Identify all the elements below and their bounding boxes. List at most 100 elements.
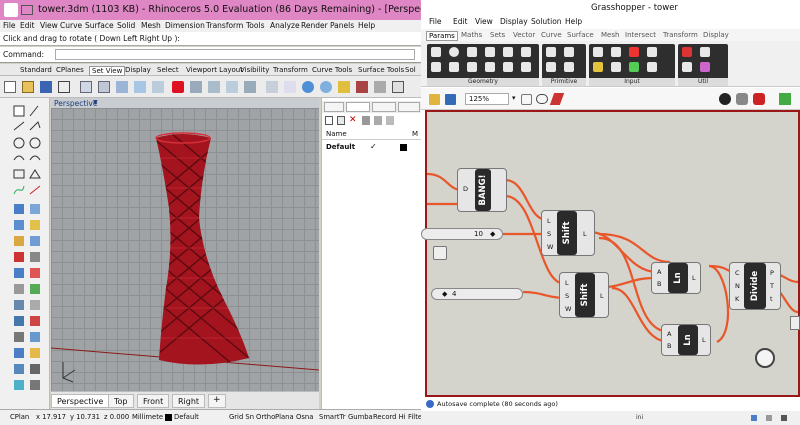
viewport-tab-front[interactable]: Front <box>137 394 170 408</box>
param-integer-icon[interactable] <box>546 62 556 72</box>
toolbar-tab-surface-tools[interactable]: Surface Tools <box>358 66 404 74</box>
divide-output-p[interactable]: P <box>770 269 774 277</box>
shift1-output-l[interactable]: L <box>583 230 587 238</box>
panel-tab-display[interactable] <box>372 102 396 112</box>
viewport-tab-top[interactable]: Top <box>108 394 134 408</box>
toolbar-tab-set-view[interactable]: Set View <box>89 66 126 76</box>
galapagos-icon[interactable] <box>700 62 710 72</box>
command-input[interactable] <box>55 49 415 60</box>
color-swatch-icon[interactable] <box>629 47 639 57</box>
button-icon[interactable] <box>611 47 621 57</box>
toolbar-tab-display[interactable]: Display <box>125 66 151 74</box>
selected-only-icon[interactable] <box>779 93 791 105</box>
panel-tab-help[interactable] <box>398 102 420 112</box>
save-icon[interactable] <box>40 81 52 93</box>
param-curve-icon[interactable] <box>485 47 495 57</box>
param-box-icon[interactable] <box>431 47 441 57</box>
status-grid-snap[interactable]: Grid Sn <box>229 413 254 421</box>
zoom-window-icon[interactable] <box>116 81 128 93</box>
ln1-output-l[interactable]: L <box>692 274 696 282</box>
cplane-red-icon[interactable] <box>172 81 184 93</box>
param-surface-icon[interactable] <box>503 62 513 72</box>
named-view-icon[interactable] <box>266 81 278 93</box>
status-filter[interactable]: Filte <box>408 413 421 421</box>
menu-panels[interactable]: Panels <box>330 21 354 30</box>
layer-filter-icon[interactable] <box>386 116 394 125</box>
save-file-icon[interactable] <box>445 94 456 105</box>
param-group-icon[interactable] <box>521 47 531 57</box>
print-icon[interactable] <box>58 81 70 93</box>
sketch-pen-icon[interactable] <box>549 93 565 105</box>
current-layer-check-icon[interactable]: ✓ <box>370 142 377 151</box>
data-dam-icon[interactable] <box>700 47 710 57</box>
menu-tools[interactable]: Tools <box>246 21 264 30</box>
menu-dimension[interactable]: Dimension <box>165 21 205 30</box>
gh-tab-intersect[interactable]: Intersect <box>625 31 656 39</box>
layer-name[interactable]: Default <box>326 143 355 151</box>
wireframe-mode-icon[interactable] <box>736 93 748 105</box>
status-ortho[interactable]: Ortho <box>256 413 275 421</box>
bang-input-d[interactable]: D <box>463 185 468 193</box>
bang-component[interactable]: D BANG! <box>457 168 507 212</box>
ln1-input-b[interactable]: B <box>657 280 661 288</box>
panel-tab-properties[interactable] <box>324 102 344 112</box>
menu-file[interactable]: File <box>3 21 16 30</box>
divide-output-t[interactable]: T <box>770 282 774 290</box>
divide-input-k[interactable]: K <box>735 295 739 303</box>
param-boolean-icon[interactable] <box>546 47 556 57</box>
toolbar-tab-curve-tools[interactable]: Curve Tools <box>312 66 352 74</box>
menu-render[interactable]: Render <box>301 21 328 30</box>
slider2-grip-icon[interactable]: ◆ <box>442 290 447 298</box>
rotate-view-icon[interactable] <box>80 81 92 93</box>
gh-tab-display[interactable]: Display <box>703 31 729 39</box>
taskbar-icon[interactable] <box>766 415 772 421</box>
gh-menu-view[interactable]: View <box>475 17 493 26</box>
delete-layer-icon[interactable]: ✕ <box>349 115 357 125</box>
shift-component-2[interactable]: L S W Shift L <box>559 272 609 318</box>
sphere-render-icon[interactable] <box>302 81 314 93</box>
preview-mode-icon[interactable] <box>719 93 731 105</box>
param-colour-icon[interactable] <box>564 47 574 57</box>
viewport-grid[interactable] <box>51 108 319 391</box>
toolbar-tab-cplanes[interactable]: CPlanes <box>56 66 84 74</box>
toolbar-tab-solid-tools[interactable]: Sol <box>405 66 416 74</box>
gh-tab-transform[interactable]: Transform <box>663 31 698 39</box>
shaded-mode-icon[interactable] <box>753 93 765 105</box>
shift1-input-w[interactable]: W <box>547 243 553 251</box>
viewport-tab-right[interactable]: Right <box>172 394 206 408</box>
gradient-icon[interactable] <box>629 62 639 72</box>
param-number-icon[interactable] <box>564 62 574 72</box>
perspective-viewport[interactable]: Perspective ▼ Perspective Top Front Righ… <box>51 98 319 410</box>
slider1-grip-icon[interactable]: ◆ <box>490 230 495 238</box>
status-layer[interactable]: Default <box>174 413 199 421</box>
menu-surface[interactable]: Surface <box>85 21 114 30</box>
param-plane-icon[interactable] <box>467 62 477 72</box>
param-vector-icon[interactable] <box>521 62 531 72</box>
gh-canvas[interactable]: D BANG! L S W Shift L L S W Shift L A B … <box>421 110 800 397</box>
gh-tab-curve[interactable]: Curve <box>541 31 562 39</box>
preview-eye-icon[interactable] <box>536 94 548 104</box>
param-mesh-icon[interactable] <box>449 62 459 72</box>
shaded-display-icon[interactable] <box>320 81 332 93</box>
offscreen-component[interactable] <box>790 316 800 330</box>
shift1-input-l[interactable]: L <box>547 217 551 225</box>
status-record-history[interactable]: Record Hi <box>373 413 406 421</box>
viewport-label[interactable]: Perspective <box>54 99 97 108</box>
move-layer-down-icon[interactable] <box>374 116 382 125</box>
fitness-icon[interactable] <box>682 62 692 72</box>
status-cplane[interactable]: CPlan <box>10 413 29 421</box>
open-file-icon[interactable] <box>429 94 440 105</box>
graph-mapper-icon[interactable] <box>647 47 657 57</box>
param-line-icon[interactable] <box>431 62 441 72</box>
add-viewport-tab-icon[interactable]: + <box>208 394 226 408</box>
toolbar-tab-select[interactable]: Select <box>157 66 179 74</box>
ln2-input-b[interactable]: B <box>667 342 671 350</box>
param-brep-icon[interactable] <box>449 47 459 57</box>
line-component-2[interactable]: A B Ln L <box>661 324 711 356</box>
number-slider-icon[interactable] <box>611 62 621 72</box>
open-folder-icon[interactable] <box>22 81 34 93</box>
lock-icon[interactable] <box>433 246 447 260</box>
viewport-tab-perspective[interactable]: Perspective <box>51 394 110 408</box>
gh-tab-sets[interactable]: Sets <box>490 31 505 39</box>
menu-edit[interactable]: Edit <box>20 21 35 30</box>
